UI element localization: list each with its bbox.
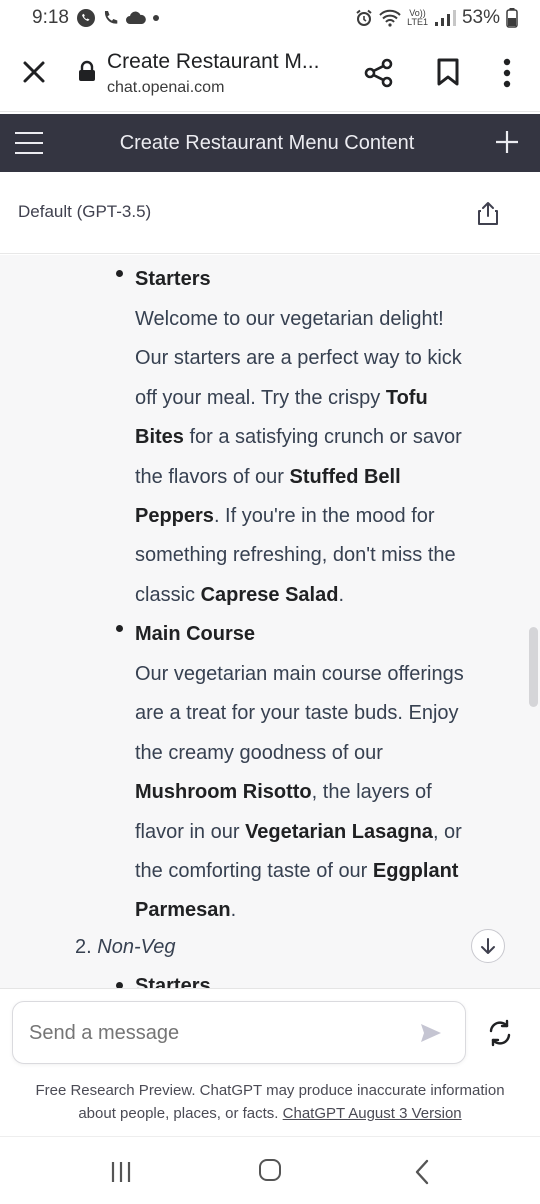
arrow-down-icon	[481, 938, 495, 954]
send-icon[interactable]	[419, 1022, 443, 1044]
version-link[interactable]: ChatGPT August 3 Version	[283, 1105, 462, 1122]
signal-icon	[434, 10, 456, 26]
section-heading-main-course: Main Course	[135, 623, 256, 645]
disclaimer-line1: Free Research Preview. ChatGPT may produ…	[35, 1082, 505, 1099]
browser-page-title: Create Restaurant M...	[107, 50, 320, 73]
android-nav-bar	[0, 1136, 540, 1204]
numbered-item-non-veg: 2. Non-Veg	[75, 936, 175, 959]
model-bar: Default (GPT-3.5)	[0, 172, 540, 254]
conversation-title: Create Restaurant Menu Content	[119, 132, 415, 154]
notification-icons	[76, 8, 160, 28]
disclaimer-line2: about people, places, or facts.	[78, 1105, 283, 1122]
browser-toolbar: Create Restaurant M... chat.openai.com	[0, 36, 540, 112]
lte-label: LTE1	[407, 17, 428, 27]
disclaimer: Free Research Preview. ChatGPT may produ…	[0, 1079, 540, 1125]
bullet-dot	[116, 625, 123, 632]
battery-icon	[506, 8, 518, 28]
cloud-icon	[126, 11, 146, 24]
network-label: Vo)) LTE1	[407, 9, 428, 27]
bullet-dot	[116, 270, 123, 277]
status-time: 9:18	[32, 7, 69, 28]
share-export-icon[interactable]	[476, 200, 500, 226]
wifi-icon	[379, 9, 401, 27]
item-label: Non-Veg	[97, 936, 176, 958]
item-number: 2.	[75, 936, 92, 958]
section-heading-starters-cut: Starters	[135, 975, 211, 988]
share-icon[interactable]	[364, 58, 394, 88]
input-area: Free Research Preview. ChatGPT may produ…	[0, 988, 540, 1136]
bookmark-icon[interactable]	[436, 58, 460, 86]
main-course-paragraph: Our vegetarian main course offerings are…	[135, 663, 464, 922]
message-box[interactable]	[12, 1001, 466, 1064]
back-icon[interactable]	[414, 1159, 430, 1185]
lock-icon	[79, 60, 95, 81]
message-input[interactable]	[29, 1022, 399, 1045]
alarm-icon	[356, 9, 372, 26]
status-right: Vo)) LTE1 53%	[355, 7, 518, 29]
whatsapp-icon	[77, 9, 95, 27]
section-heading-starters: Starters	[135, 268, 211, 290]
scroll-to-bottom-button[interactable]	[471, 929, 505, 963]
status-bar: 9:18 Vo)) LTE1 53%	[0, 0, 540, 36]
phone-icon	[104, 11, 118, 24]
close-icon[interactable]	[20, 58, 48, 86]
recent-apps-icon[interactable]	[110, 1161, 132, 1183]
new-chat-plus-icon[interactable]	[494, 129, 520, 155]
conversation-area[interactable]: Starters Welcome to our vegetarian delig…	[0, 255, 540, 988]
model-label: Default (GPT-3.5)	[18, 202, 152, 221]
browser-url[interactable]: chat.openai.com	[107, 79, 224, 97]
battery-percent: 53%	[461, 7, 500, 28]
home-icon[interactable]	[259, 1159, 281, 1181]
dot-icon	[153, 15, 159, 21]
more-options-icon[interactable]	[500, 58, 514, 88]
app-header: Create Restaurant Menu Content	[0, 114, 540, 172]
starters-paragraph: Welcome to our vegetarian delight! Our s…	[135, 308, 462, 606]
scrollbar-thumb[interactable]	[529, 627, 538, 707]
regenerate-icon[interactable]	[486, 1019, 514, 1047]
